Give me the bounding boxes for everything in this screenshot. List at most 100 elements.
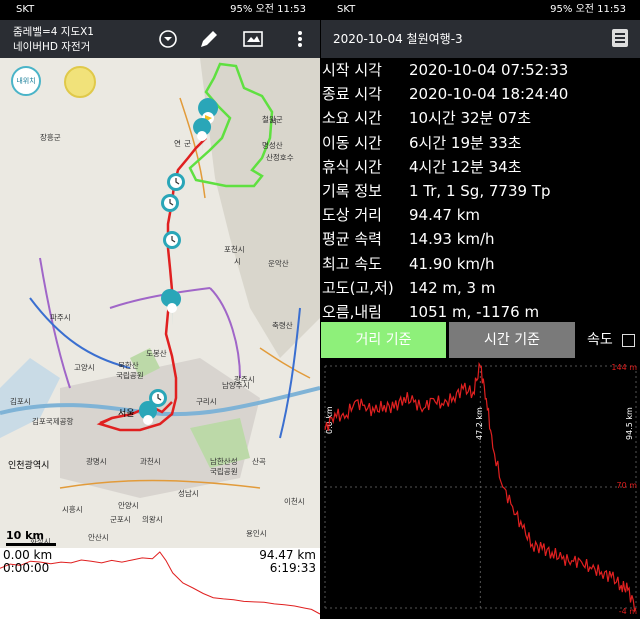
carrier-label: SKT xyxy=(337,4,356,15)
track-header: 2020-10-04 철원여행-3 xyxy=(321,20,640,58)
map-label: 의왕시 xyxy=(142,515,163,524)
pin-icon[interactable] xyxy=(163,290,182,326)
map-label: 구리시 xyxy=(196,397,217,406)
map-label: 파주시 xyxy=(50,313,71,322)
stat-key: 기록 정보 xyxy=(322,181,382,200)
stat-row: 고도(고,저) 142 m, 3 m xyxy=(321,276,640,300)
menu-icon[interactable] xyxy=(612,29,628,47)
stat-key: 휴식 시간 xyxy=(322,157,382,176)
battery-label: 95% xyxy=(550,4,573,15)
brightness-button[interactable] xyxy=(64,66,96,98)
map-label: 과천시 xyxy=(140,457,161,466)
map-label: 군 xyxy=(184,139,191,148)
map-label: 고양시 xyxy=(74,363,95,372)
map-label: 장흥군 xyxy=(40,133,61,142)
map-label: 인천광역시 xyxy=(8,461,50,471)
status-right: 95% 오전 11:53 xyxy=(550,0,626,20)
stat-key: 고도(고,저) xyxy=(322,278,394,297)
map-type-label: 네이버HD 자전거 xyxy=(13,41,91,53)
map-view[interactable]: 내위치 장흥군 연 군 철원군 명성산 산정호수 포천시 운악산 파주시 축령산… xyxy=(0,58,320,548)
stat-value: 4시간 12분 34초 xyxy=(409,157,522,176)
map-label: 안양시 xyxy=(118,501,139,510)
map-label: 명성산 xyxy=(262,141,283,150)
stat-value: 2020-10-04 18:24:40 xyxy=(409,85,569,104)
clock-marker-icon[interactable] xyxy=(163,231,181,249)
battery-label: 95% xyxy=(230,4,253,15)
map-label: 안산시 xyxy=(88,533,109,542)
map-label: 시 xyxy=(234,257,241,266)
track-stats: 시작 시각 2020-10-04 07:52:33 종료 시각 2020-10-04… xyxy=(321,58,640,324)
stat-value: 14.93 km/h xyxy=(409,230,495,249)
stat-key: 이동 시간 xyxy=(322,133,382,152)
y-mid-label: 70 m xyxy=(616,481,637,490)
chart-tabs: 거리 기준 시간 기준 속도 xyxy=(321,322,640,358)
pencil-icon[interactable] xyxy=(196,26,222,52)
right-panel: SKT 95% 오전 11:53 2020-10-04 철원여행-3 시작 시각… xyxy=(321,0,640,619)
zoom-info-label: 줌레벨=4 지도X1 xyxy=(13,26,94,38)
tab-time[interactable]: 시간 기준 xyxy=(449,322,575,358)
more-icon[interactable] xyxy=(287,26,313,52)
map-label: 군포시 xyxy=(110,515,131,524)
map-label: 축령산 xyxy=(272,321,293,330)
left-panel: SKT 95% 오전 11:53 줌레벨=4 지도X1 네이버HD 자전거 내위… xyxy=(0,0,320,619)
speed-checkbox[interactable] xyxy=(622,334,635,347)
map-label: 김포국제공항 xyxy=(32,417,74,426)
stat-row: 이동 시간 6시간 19분 33초 xyxy=(321,131,640,155)
mountain-area xyxy=(200,58,320,358)
stat-key: 도상 거리 xyxy=(322,206,382,225)
stat-row: 휴식 시간 4시간 12분 34초 xyxy=(321,155,640,179)
road xyxy=(209,287,241,379)
road xyxy=(29,297,131,369)
map-label: 운악산 xyxy=(268,259,289,268)
scale-bar xyxy=(6,543,56,546)
stat-key: 소요 시간 xyxy=(322,109,382,128)
status-bar: SKT 95% 오전 11:53 xyxy=(321,0,640,20)
stat-row: 최고 속도 41.90 km/h xyxy=(321,252,640,276)
stat-value: 6시간 19분 33초 xyxy=(409,133,522,152)
map-label: 시 xyxy=(270,117,277,126)
map-toolbar: 줌레벨=4 지도X1 네이버HD 자전거 xyxy=(0,20,320,58)
map-label: 이천시 xyxy=(284,497,305,506)
clock-marker-icon[interactable] xyxy=(161,194,179,212)
map-label: 광주시 xyxy=(234,375,255,384)
x-peak-label: 47.2 km xyxy=(475,407,484,440)
dropdown-icon[interactable] xyxy=(155,26,181,52)
stat-row: 소요 시간 10시간 32분 07초 xyxy=(321,106,640,130)
stat-row: 도상 거리 94.47 km xyxy=(321,203,640,227)
stat-row: 종료 시각 2020-10-04 18:24:40 xyxy=(321,82,640,106)
map-label: 시흥시 xyxy=(62,505,83,514)
map-label: 광명시 xyxy=(86,457,107,466)
map-label: 산곡 xyxy=(252,457,266,466)
stat-value: 41.90 km/h xyxy=(409,254,495,273)
clock-marker-icon[interactable] xyxy=(167,173,185,191)
map-label: 국립공원 xyxy=(210,467,238,476)
map-label: 서울 xyxy=(118,409,135,419)
mini-elevation-profile[interactable]: 0.00 km 0:00:00 94.47 km 6:19:33 xyxy=(0,548,320,619)
map-label: 용인시 xyxy=(246,529,267,538)
map-view-icon[interactable] xyxy=(240,26,266,52)
map-label: 성남시 xyxy=(178,489,199,498)
road xyxy=(109,287,211,309)
stat-value: 2020-10-04 07:52:33 xyxy=(409,61,569,79)
time-label: 오전 11:53 xyxy=(575,4,626,15)
stat-key: 최고 속도 xyxy=(322,254,382,273)
x-end-label: 94.5 km xyxy=(625,407,634,440)
stat-key: 오름,내림 xyxy=(322,302,382,321)
stat-value: 142 m, 3 m xyxy=(409,278,496,297)
stat-row: 평균 속력 14.93 km/h xyxy=(321,227,640,251)
stat-row: 오름,내림 1051 m, -1176 m xyxy=(321,300,640,324)
elevation-chart-canvas: 144 m 70 m -4 m 0.0 km 47.2 km 94.5 km xyxy=(324,361,637,616)
scale-label: 10 km xyxy=(6,529,44,542)
elevation-chart[interactable]: 144 m 70 m -4 m 0.0 km 47.2 km 94.5 km xyxy=(321,360,640,619)
tab-distance[interactable]: 거리 기준 xyxy=(321,322,446,358)
mini-time-start: 0:00:00 xyxy=(3,561,50,575)
map-label: 포천시 xyxy=(224,245,245,254)
stat-value: 1 Tr, 1 Sg, 7739 Tp xyxy=(409,181,551,200)
my-location-button[interactable]: 내위치 xyxy=(11,66,41,96)
status-right: 95% 오전 11:53 xyxy=(230,0,306,20)
mini-time-end: 6:19:33 xyxy=(269,561,316,575)
stat-value: 1051 m, -1176 m xyxy=(409,302,540,321)
stat-key: 시작 시각 xyxy=(322,61,382,79)
stat-key: 종료 시각 xyxy=(322,85,382,104)
map-label: 김포시 xyxy=(10,397,31,406)
